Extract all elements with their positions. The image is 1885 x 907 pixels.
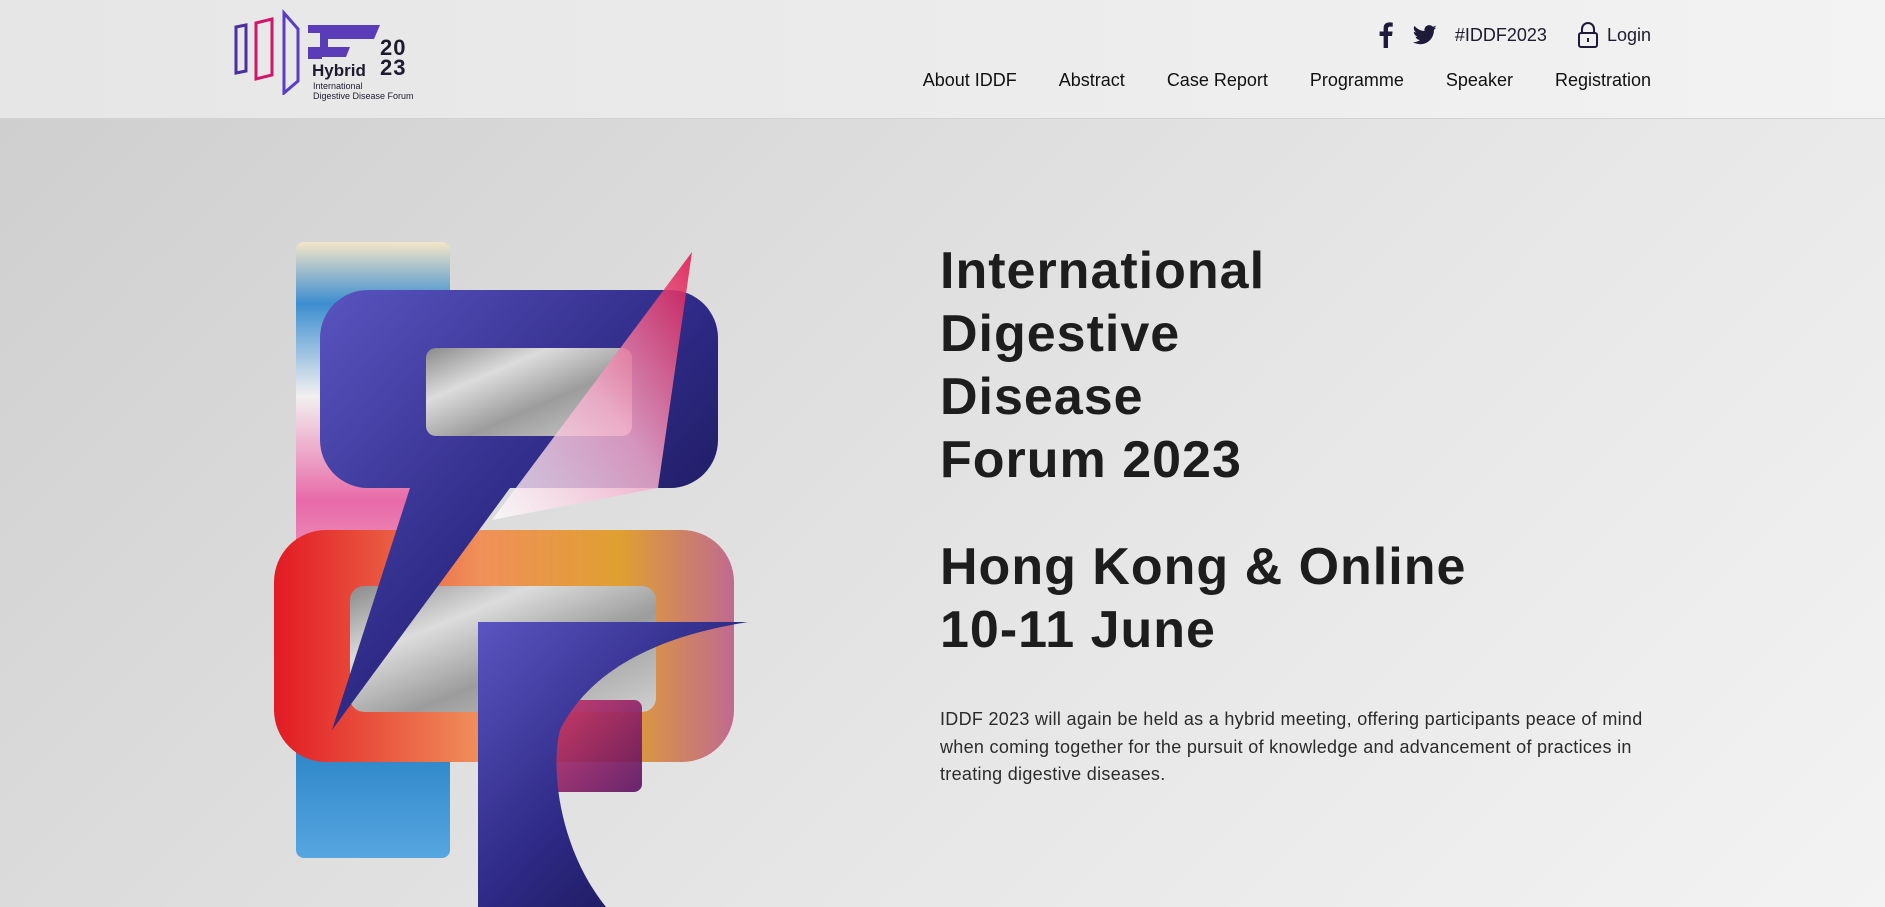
nav-item-about-iddf[interactable]: About IDDF bbox=[923, 70, 1017, 91]
logo-year-bottom: 23 bbox=[380, 55, 407, 80]
iddf-3d-logo-illustration bbox=[274, 242, 748, 907]
hero-title-line: Disease bbox=[940, 368, 1144, 426]
nav-item-programme[interactable]: Programme bbox=[1310, 70, 1404, 91]
lock-icon bbox=[1577, 22, 1598, 48]
hero-description: IDDF 2023 will again be held as a hybrid… bbox=[940, 709, 1643, 784]
nav-item-abstract[interactable]: Abstract bbox=[1059, 70, 1125, 91]
logo-hybrid-text: Hybrid bbox=[312, 61, 366, 80]
hero-title-line: International bbox=[940, 242, 1266, 300]
logo-sub-line1: International bbox=[313, 81, 363, 91]
hashtag-link[interactable]: #IDDF2023 bbox=[1455, 25, 1547, 46]
login-label: Login bbox=[1606, 24, 1651, 45]
main-nav: About IDDF Abstract Case Report Programm… bbox=[881, 70, 1651, 91]
hero-location: Hong Kong & Online bbox=[940, 538, 1467, 596]
twitter-link[interactable] bbox=[1412, 25, 1437, 45]
logo-sub-line2: Digestive Disease Forum bbox=[313, 91, 414, 101]
hero-text: International Digestive Disease Forum 20… bbox=[940, 240, 1660, 807]
hero-title: International Digestive Disease Forum 20… bbox=[940, 240, 1660, 492]
site-logo[interactable]: 20 23 Hybrid International Digestive Dis… bbox=[232, 5, 434, 101]
nav-item-registration[interactable]: Registration bbox=[1555, 70, 1651, 91]
logo-subtitle: International Digestive Disease Forum bbox=[313, 81, 453, 101]
facebook-link[interactable] bbox=[1379, 22, 1393, 48]
facebook-icon bbox=[1379, 22, 1393, 48]
logo-year: 20 23 bbox=[380, 37, 440, 80]
twitter-icon bbox=[1412, 25, 1437, 45]
utility-bar: #IDDF2023 Login bbox=[1379, 20, 1651, 50]
social-links bbox=[1379, 22, 1437, 48]
hero-title-line: Forum 2023 bbox=[940, 431, 1242, 489]
nav-item-speaker[interactable]: Speaker bbox=[1446, 70, 1513, 91]
nav-item-case-report[interactable]: Case Report bbox=[1167, 70, 1268, 91]
hero-location-date: Hong Kong & Online 10-11 June bbox=[940, 536, 1660, 662]
login-link[interactable]: Login bbox=[1577, 22, 1651, 48]
site-header: 20 23 Hybrid International Digestive Dis… bbox=[0, 0, 1885, 119]
hero-title-line: Digestive bbox=[940, 305, 1181, 363]
hero-date: 10-11 June bbox=[940, 601, 1216, 659]
hero-artwork bbox=[260, 230, 780, 907]
